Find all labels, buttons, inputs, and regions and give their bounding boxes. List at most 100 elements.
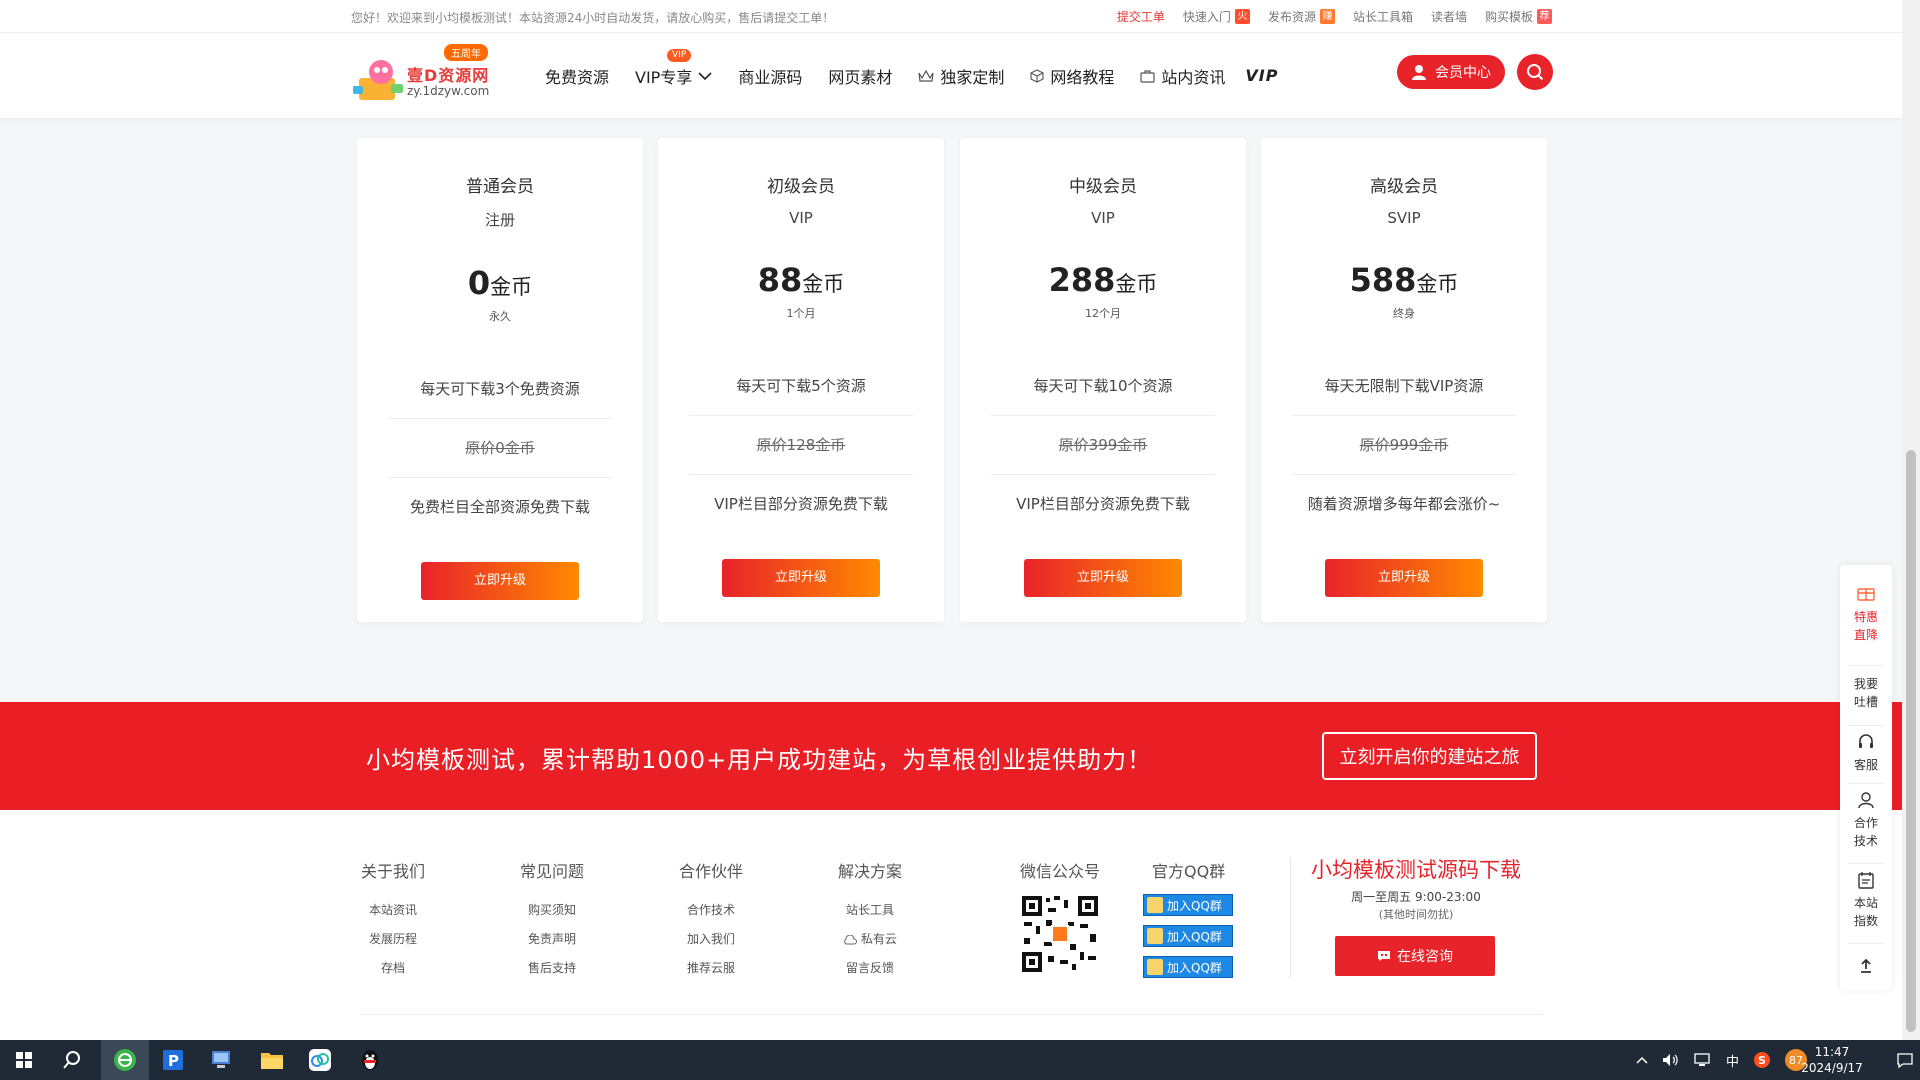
footer-col-head: 关于我们	[360, 862, 425, 881]
nav-tutorials[interactable]: 网络教程	[1030, 33, 1114, 118]
footer-link[interactable]: 推荐云服	[671, 954, 751, 983]
notification-button[interactable]	[1890, 1040, 1920, 1080]
sogou-icon[interactable]: S	[1753, 1051, 1771, 1069]
online-consult-button[interactable]: 在线咨询	[1335, 936, 1495, 976]
headset-icon	[1859, 734, 1873, 748]
join-qq-group-button[interactable]: 加入QQ群	[1143, 925, 1233, 947]
start-building-button[interactable]: 立刻开启你的建站之旅	[1322, 732, 1537, 780]
page-scrollbar[interactable]	[1902, 0, 1920, 1040]
plan-original-price: 原价999金币	[1292, 416, 1516, 475]
taskbar-browser[interactable]	[101, 1040, 149, 1080]
plan-title: 高级会员	[1370, 177, 1438, 197]
footer-col-wechat: 微信公众号	[1020, 858, 1100, 896]
float-item-discount[interactable]: 特惠直降	[1840, 583, 1892, 644]
top-link-toolbox[interactable]: 站长工具箱	[1353, 8, 1413, 25]
plan-feature: 每天可下载10个资源	[991, 357, 1215, 416]
nav-custom[interactable]: 独家定制	[918, 33, 1004, 118]
footer-link[interactable]: 本站资讯	[353, 896, 433, 925]
earn-tag: 赚	[1319, 9, 1335, 24]
member-center-button[interactable]: 会员中心	[1397, 55, 1505, 89]
plan-feature: 每天可下载3个免费资源	[388, 360, 612, 419]
footer-col-head: 微信公众号	[1020, 862, 1101, 881]
search-button[interactable]	[1517, 54, 1553, 90]
footer-col-about: 关于我们 本站资讯 发展历程 存档	[353, 858, 433, 983]
calendar-icon	[1858, 872, 1874, 889]
top-link-readers[interactable]: 读者墙	[1431, 8, 1467, 25]
float-item-stats[interactable]: 本站指数	[1840, 871, 1892, 930]
top-bar: 您好！欢迎来到小均模板测试！本站资源24小时自动发货，请放心购买，售后请提交工单…	[0, 0, 1902, 33]
plan-period: 12个月	[1085, 307, 1121, 320]
gift-icon	[1857, 588, 1875, 601]
taskbar-cloud-app[interactable]	[296, 1040, 344, 1080]
float-item-service[interactable]: 客服	[1840, 733, 1892, 774]
footer-link[interactable]: 售后支持	[512, 954, 592, 983]
system-clock[interactable]: 11:47 2024/9/17	[1784, 1044, 1880, 1076]
site-logo[interactable]: 五周年 壹D资源网 zy.1dzyw.com	[351, 40, 491, 108]
plan-price: 588金币	[1349, 261, 1459, 299]
vip-logo[interactable]: VIP	[1245, 33, 1278, 118]
plan-sub: VIP	[789, 209, 813, 227]
nav-free-resources[interactable]: 免费资源	[545, 33, 609, 118]
cube-icon	[1030, 68, 1044, 83]
volume-icon[interactable]	[1662, 1053, 1680, 1067]
footer-link-private-cloud[interactable]: 私有云	[830, 925, 910, 954]
nav-news[interactable]: 站内资讯	[1140, 33, 1225, 118]
top-link-buy-template[interactable]: 购买模板荐	[1485, 8, 1552, 25]
upgrade-button[interactable]: 立即升级	[1024, 559, 1182, 597]
nav-web-assets[interactable]: 网页素材	[828, 33, 892, 118]
site-header: 五周年 壹D资源网 zy.1dzyw.com 免费资源 VIP VIP专享 商业…	[0, 33, 1902, 118]
top-link-ticket[interactable]: 提交工单	[1117, 8, 1165, 25]
taskbar-search[interactable]	[48, 1040, 96, 1080]
taskbar-qq[interactable]	[346, 1040, 394, 1080]
ime-indicator[interactable]: 中	[1726, 1051, 1739, 1070]
float-item-cooperation[interactable]: 合作技术	[1840, 791, 1892, 850]
footer-link[interactable]: 免责声明	[512, 925, 592, 954]
upgrade-button[interactable]: 立即升级	[722, 559, 880, 597]
plan-note: VIP栏目部分资源免费下载	[1016, 495, 1190, 513]
start-button[interactable]	[0, 1040, 48, 1080]
footer-link[interactable]: 发展历程	[353, 925, 433, 954]
footer-link[interactable]: 合作技术	[671, 896, 751, 925]
floating-sidebar: 特惠直降 我要吐槽 客服 合作技术 本站指数	[1840, 565, 1892, 990]
pricing-card-basic: 普通会员 注册 0金币 永久 每天可下载3个免费资源 原价0金币 免费栏目全部资…	[357, 138, 643, 622]
top-link-quickstart[interactable]: 快速入门火	[1183, 8, 1250, 25]
qq-icon	[1147, 897, 1163, 913]
network-icon[interactable]	[1694, 1053, 1712, 1067]
nav-commercial-code[interactable]: 商业源码	[738, 33, 802, 118]
top-link-publish[interactable]: 发布资源赚	[1268, 8, 1335, 25]
join-qq-group-button[interactable]: 加入QQ群	[1143, 894, 1233, 916]
pricing-card-senior: 高级会员 SVIP 588金币 终身 每天无限制下载VIP资源 原价999金币 …	[1261, 138, 1547, 622]
footer-link[interactable]: 购买须知	[512, 896, 592, 925]
plan-sub: 注册	[484, 211, 515, 229]
pricing-card-junior: 初级会员 VIP 88金币 1个月 每天可下载5个资源 原价128金币 VIP栏…	[658, 138, 944, 622]
taskbar-file-explorer[interactable]	[248, 1040, 296, 1080]
footer-link[interactable]: 加入我们	[671, 925, 751, 954]
pricing-card-intermediate: 中级会员 VIP 288金币 12个月 每天可下载10个资源 原价399金币 V…	[960, 138, 1246, 622]
scrollbar-thumb[interactable]	[1906, 450, 1916, 1032]
nav-vip[interactable]: VIP VIP专享	[635, 33, 712, 118]
plan-price: 288金币	[1048, 261, 1158, 299]
upgrade-button[interactable]: 立即升级	[421, 562, 579, 600]
taskbar-computer[interactable]	[197, 1040, 245, 1080]
back-to-top-button[interactable]	[1840, 957, 1892, 978]
taskbar-app-p[interactable]: P	[149, 1040, 197, 1080]
crown-icon	[918, 69, 934, 82]
cloud-app-icon	[309, 1049, 331, 1071]
plan-period: 终身	[1393, 307, 1415, 320]
qq-icon	[1147, 959, 1163, 975]
hot-tag: 火	[1234, 9, 1250, 24]
float-separator	[1848, 725, 1884, 726]
main-nav: 免费资源 VIP VIP专享 商业源码 网页素材 独家定制 网络教程 站内资讯 …	[545, 33, 1304, 118]
plan-note: 免费栏目全部资源免费下载	[409, 498, 590, 516]
chevron-up-icon[interactable]	[1636, 1056, 1648, 1064]
svg-text:S: S	[1758, 1054, 1766, 1067]
computer-icon	[212, 1051, 230, 1068]
footer-link[interactable]: 留言反馈	[830, 954, 910, 983]
upgrade-button[interactable]: 立即升级	[1325, 559, 1483, 597]
footer-link[interactable]: 存档	[353, 954, 433, 983]
float-item-feedback[interactable]: 我要吐槽	[1840, 675, 1892, 711]
join-qq-group-button[interactable]: 加入QQ群	[1143, 956, 1233, 978]
footer-col-partners: 合作伙伴 合作技术 加入我们 推荐云服	[671, 858, 751, 983]
cta-banner: 小均模板测试，累计帮助1000+用户成功建站，为草根创业提供助力！ 立刻开启你的…	[0, 702, 1902, 810]
footer-link[interactable]: 站长工具	[830, 896, 910, 925]
